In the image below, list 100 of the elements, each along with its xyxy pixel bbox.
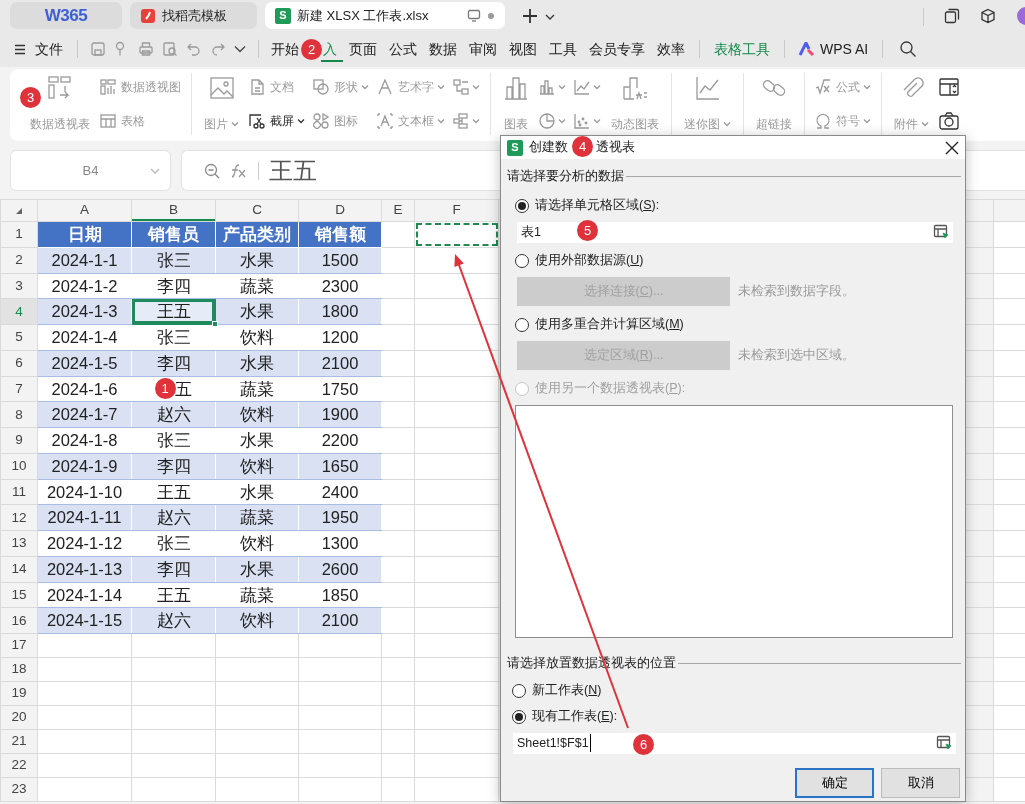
chart-icon <box>503 75 529 101</box>
radio-button[interactable] <box>515 198 529 213</box>
column-header[interactable]: E <box>381 199 415 222</box>
radio-button[interactable] <box>512 709 526 724</box>
row-header[interactable]: 21 <box>0 729 38 754</box>
table-cell: 李四 <box>131 453 216 479</box>
search-icon[interactable] <box>899 40 918 58</box>
row-header[interactable]: 13 <box>0 530 38 557</box>
column-header[interactable]: D <box>298 199 382 222</box>
range-picker-icon[interactable] <box>936 735 952 751</box>
fill-handle[interactable] <box>212 321 218 327</box>
ribbon-tab[interactable]: 数据 <box>423 36 463 62</box>
row-header[interactable]: 1 <box>0 221 38 248</box>
table-cell: 张三 <box>131 247 216 273</box>
table-cell: 2024-1-13 <box>37 556 132 582</box>
radio-label[interactable]: 请选择单元格区域(S): <box>535 196 660 216</box>
radio-label[interactable]: 使用多重合并计算区域(M) <box>535 315 684 335</box>
radio-label[interactable]: 现有工作表(E): <box>532 707 618 726</box>
row-header[interactable]: 3 <box>0 273 38 299</box>
dynamic-chart-icon <box>622 75 648 101</box>
shapes-icon <box>313 113 329 129</box>
zoom-out-icon <box>204 162 220 179</box>
row-header[interactable]: 12 <box>0 504 38 531</box>
row-header[interactable]: 14 <box>0 556 38 582</box>
row-header[interactable]: 8 <box>0 401 38 428</box>
column-header[interactable]: A <box>37 199 132 222</box>
chevron-down-icon <box>150 167 160 174</box>
row-header[interactable]: 9 <box>0 427 38 454</box>
new-tab-icon[interactable] <box>521 7 539 25</box>
file-menu[interactable]: 文件 <box>29 36 69 62</box>
ai-logo-icon <box>799 42 815 56</box>
omega-icon <box>815 113 831 129</box>
restore-window-icon[interactable] <box>944 8 960 24</box>
column-header[interactable]: C <box>215 199 299 222</box>
column-header[interactable]: B <box>131 199 216 222</box>
avatar-icon[interactable] <box>1016 6 1025 26</box>
range-picker-icon[interactable] <box>933 224 949 241</box>
app-tab[interactable]: 找稻壳模板 <box>130 2 257 29</box>
row-header[interactable]: 11 <box>0 479 38 505</box>
ribbon-tab[interactable]: 视图 <box>503 36 543 62</box>
row-header[interactable]: 10 <box>0 453 38 479</box>
shape-icon <box>313 79 329 95</box>
table-cell: 张三 <box>131 427 216 454</box>
radio-button[interactable] <box>515 253 529 268</box>
ribbon-tab[interactable]: 工具 <box>543 36 583 62</box>
ribbon-tab[interactable]: 会员专享 <box>583 36 651 62</box>
table-cell: 2024-1-14 <box>37 582 132 608</box>
pivot-chart-icon <box>100 79 116 95</box>
ribbon-tab[interactable]: 页面 <box>343 36 383 62</box>
row-header[interactable]: 22 <box>0 753 38 778</box>
row-header[interactable]: 23 <box>0 777 38 802</box>
table-cell: 2100 <box>298 350 382 376</box>
row-header[interactable]: 17 <box>0 633 38 658</box>
row-header[interactable]: 20 <box>0 705 38 730</box>
ribbon-tab[interactable]: 表格工具 <box>708 36 776 62</box>
row-header[interactable]: 2 <box>0 247 38 273</box>
table-cell: 蔬菜 <box>215 273 299 299</box>
row-header[interactable]: 19 <box>0 681 38 706</box>
chevron-down-icon[interactable] <box>234 45 246 53</box>
line-chart-icon <box>574 79 590 95</box>
ribbon-tab[interactable]: 效率 <box>651 36 691 62</box>
table-cell: 蔬菜 <box>215 582 299 608</box>
radio-button[interactable] <box>515 317 529 332</box>
row-header[interactable]: 18 <box>0 657 38 682</box>
table-cell: 2024-1-9 <box>37 453 132 479</box>
table-cell: 1300 <box>298 530 382 557</box>
radio-button[interactable] <box>512 683 526 698</box>
app-tab[interactable]: S 新建 XLSX 工作表.xlsx <box>265 2 505 29</box>
row-header[interactable]: 7 <box>0 376 38 402</box>
close-icon[interactable] <box>945 140 959 155</box>
home-tab[interactable]: W365 <box>10 2 122 29</box>
ribbon-tab[interactable]: 入 <box>321 36 343 62</box>
cube-icon[interactable] <box>980 8 996 24</box>
formula-icon <box>815 79 831 95</box>
table-cell: 饮料 <box>215 324 299 351</box>
radio-label[interactable]: 新工作表(N) <box>532 681 602 700</box>
ribbon-button[interactable]: 截屏 <box>249 109 305 133</box>
select-all-icon[interactable] <box>15 206 23 215</box>
table-cell: 2024-1-7 <box>37 401 132 428</box>
table-cell: 饮料 <box>215 453 299 479</box>
menu-icon[interactable] <box>14 43 26 55</box>
dialog-button[interactable]: 确定 <box>795 767 874 798</box>
table-cell: 李四 <box>131 350 216 376</box>
table-cell: 1500 <box>298 247 382 273</box>
table-cell: 1900 <box>298 401 382 428</box>
ribbon-button[interactable] <box>939 109 959 133</box>
ribbon-button[interactable] <box>939 75 959 99</box>
chevron-down-icon[interactable] <box>545 13 555 21</box>
row-header[interactable]: 15 <box>0 582 38 608</box>
column-header[interactable]: F <box>414 199 499 222</box>
table-cell: 赵六 <box>131 401 216 428</box>
ribbon-tab[interactable]: 公式 <box>383 36 423 62</box>
name-box[interactable]: B4 <box>10 150 171 191</box>
dialog-button[interactable]: 取消 <box>881 767 960 798</box>
wps-ai-button[interactable]: WPS AI <box>793 36 875 62</box>
radio-label[interactable]: 使用外部数据源(U) <box>535 251 644 271</box>
row-header[interactable]: 6 <box>0 350 38 376</box>
row-header[interactable]: 5 <box>0 324 38 351</box>
row-header[interactable]: 16 <box>0 607 38 634</box>
ribbon-tab[interactable]: 审阅 <box>463 36 503 62</box>
